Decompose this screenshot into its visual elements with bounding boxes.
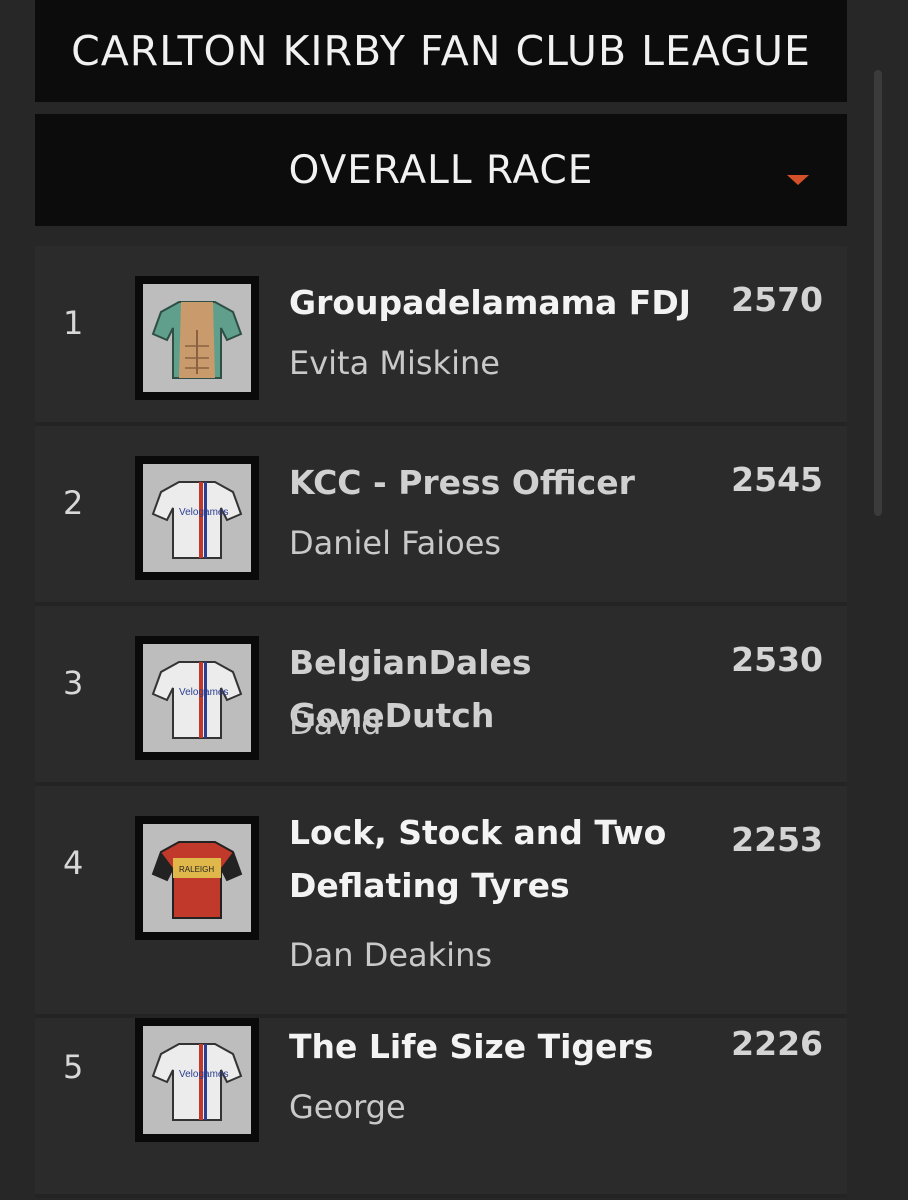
svg-text:Velogames: Velogames (179, 687, 228, 698)
caret-down-icon (787, 175, 809, 185)
manager-name: David (289, 704, 382, 742)
points: 2545 (731, 460, 823, 499)
points: 2530 (731, 640, 823, 679)
svg-text:RALEIGH: RALEIGH (179, 865, 214, 874)
league-title: CARLTON KIRBY FAN CLUB LEAGUE (71, 27, 811, 75)
velogames-jersey-icon: Velogames (135, 1018, 259, 1142)
team-name[interactable]: The Life Size Tigers (289, 1020, 719, 1073)
raleigh-jersey-icon: RALEIGH (135, 816, 259, 940)
rank: 3 (63, 664, 84, 702)
manager-name: Daniel Faioes (289, 524, 502, 562)
rank: 1 (63, 304, 84, 342)
velogames-jersey-icon: Velogames (135, 636, 259, 760)
manager-name: George (289, 1088, 406, 1126)
rank: 5 (63, 1048, 84, 1086)
svg-text:Velogames: Velogames (179, 507, 228, 518)
muscle-jersey-icon (135, 276, 259, 400)
rank: 2 (63, 484, 84, 522)
team-name[interactable]: KCC - Press Officer (289, 456, 719, 509)
rank: 4 (63, 844, 84, 882)
league-title-bar: CARLTON KIRBY FAN CLUB LEAGUE (35, 0, 847, 102)
team-name[interactable]: Groupadelamama FDJ (289, 276, 719, 329)
standings-row[interactable]: 5 Velogames The Life Size Tigers George … (35, 1018, 847, 1198)
manager-name: Dan Deakins (289, 936, 493, 974)
points: 2253 (731, 820, 823, 859)
race-select-value: OVERALL RACE (288, 147, 594, 193)
standings-row[interactable]: 2 Velogames KCC - Press Officer Daniel F… (35, 426, 847, 606)
manager-name: Evita Miskine (289, 344, 500, 382)
standings-row[interactable]: 1 Groupadelamama FDJ Evita Miskine 2570 (35, 246, 847, 426)
standings-row[interactable]: 4 RALEIGH Lock, Stock and Two Deflating … (35, 786, 847, 1018)
scrollbar[interactable] (874, 70, 882, 516)
points: 2570 (731, 280, 823, 319)
points: 2226 (731, 1024, 823, 1063)
velogames-jersey-icon: Velogames (135, 456, 259, 580)
svg-text:Velogames: Velogames (179, 1069, 228, 1080)
race-select[interactable]: OVERALL RACE (35, 114, 847, 226)
standings-list: 1 Groupadelamama FDJ Evita Miskine 2570 (35, 246, 847, 1198)
team-name[interactable]: Lock, Stock and Two Deflating Tyres (289, 806, 719, 912)
standings-row[interactable]: 3 Velogames BelgianDales GoneDutch David… (35, 606, 847, 786)
league-page: CARLTON KIRBY FAN CLUB LEAGUE OVERALL RA… (0, 0, 908, 1200)
